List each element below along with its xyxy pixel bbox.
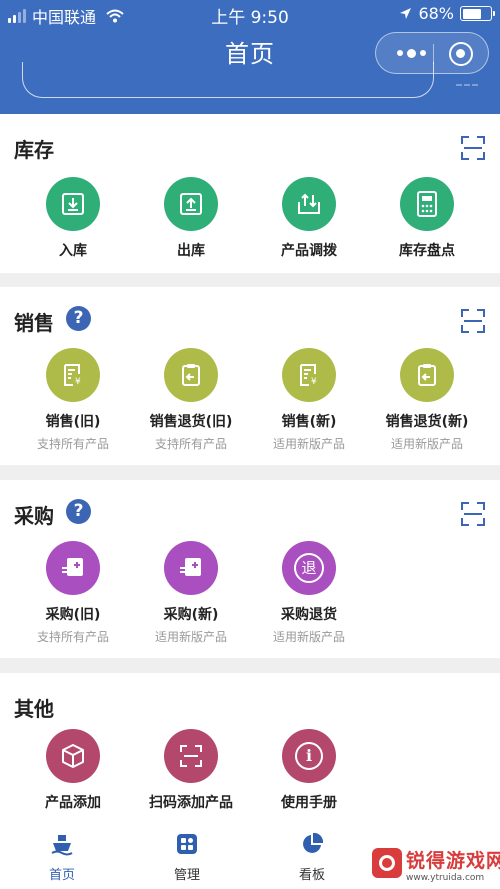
item-label: 库存盘点 (399, 243, 455, 259)
status-bar: 中国联通 上午 9:50 68% (0, 0, 500, 28)
section-title: 其他 (14, 697, 54, 721)
info-glyph: i (295, 742, 323, 770)
grid-apps-icon (177, 834, 197, 854)
item-label: 销售退货(旧) (149, 414, 233, 430)
inbound-box-icon (46, 177, 100, 231)
grid-item-add-product[interactable]: 产品添加 (14, 729, 132, 812)
calculator-icon (400, 177, 454, 231)
section-title: 库存 (14, 138, 54, 162)
item-subtitle: 适用新版产品 (154, 630, 227, 644)
close-miniprogram-button[interactable] (449, 42, 473, 66)
scan-icon[interactable] (461, 136, 485, 160)
section-title: 采购 (14, 504, 54, 528)
grid-item-outbound[interactable]: 出库 (132, 177, 250, 260)
grid-item-sales-return-new[interactable]: 销售退货(新) 适用新版产品 (368, 348, 486, 452)
help-icon[interactable]: ? (66, 306, 91, 331)
decoration (456, 84, 478, 86)
grid-item-purchase-new[interactable]: 采购(新) 适用新版产品 (132, 541, 250, 645)
grid-item-inbound[interactable]: 入库 (14, 177, 132, 260)
grid-item-purchase-old[interactable]: 采购(旧) 支持所有产品 (14, 541, 132, 645)
watermark-url: www.ytruida.com (406, 873, 485, 883)
scan-icon[interactable] (461, 502, 485, 526)
tab-label: 首页 (48, 868, 75, 883)
item-label: 采购(新) (163, 607, 219, 623)
item-subtitle: 支持所有产品 (36, 630, 109, 644)
grid-item-sales-return-old[interactable]: 销售退货(旧) 支持所有产品 (132, 348, 250, 452)
watermark: 锐得游戏网 www.ytruida.com (372, 846, 500, 886)
outbound-box-icon (164, 177, 218, 231)
tab-label: 管理 (173, 868, 200, 883)
tab-label: 看板 (298, 868, 325, 883)
svg-text:¥: ¥ (311, 377, 317, 387)
section-other: 其他 产品添加 扫码添加产品 i 使用手册 (0, 673, 500, 826)
info-icon: i (282, 729, 336, 783)
item-label: 入库 (59, 243, 87, 259)
ship-icon (51, 835, 73, 856)
pie-chart-icon (303, 832, 324, 853)
grid-item-manual[interactable]: i 使用手册 (250, 729, 368, 812)
search-bar[interactable] (22, 62, 434, 98)
transfer-icon (282, 177, 336, 231)
item-label: 产品添加 (45, 795, 101, 811)
tab-manage[interactable]: 管理 (147, 832, 227, 883)
item-subtitle: 适用新版产品 (272, 437, 345, 451)
item-label: 扫码添加产品 (149, 795, 233, 811)
battery-percent: 68% (418, 4, 454, 23)
section-inventory: 库存 入库 出库 产品调拨 库存盘点 (0, 114, 500, 273)
return-stamp-icon: 退 (282, 541, 336, 595)
section-sales: 销售 ? ¥ 销售(旧) 支持所有产品 销售退货(旧) 支持所有产品 ¥ 销售(… (0, 287, 500, 465)
item-label: 采购退货 (281, 607, 337, 623)
sales-doc-icon: ¥ (282, 348, 336, 402)
item-subtitle: 支持所有产品 (36, 437, 109, 451)
item-subtitle: 适用新版产品 (272, 630, 345, 644)
scan-icon[interactable] (461, 309, 485, 333)
sales-return-icon (164, 348, 218, 402)
item-label: 采购(旧) (45, 607, 101, 623)
sales-doc-icon: ¥ (46, 348, 100, 402)
item-subtitle: 适用新版产品 (390, 437, 463, 451)
location-arrow-icon (400, 8, 412, 19)
watermark-name: 锐得游戏网 (406, 850, 500, 872)
help-icon[interactable]: ? (66, 499, 91, 524)
purchase-icon (46, 541, 100, 595)
grid-item-sales-new[interactable]: ¥ 销售(新) 适用新版产品 (250, 348, 368, 452)
header-bar: 中国联通 上午 9:50 68% 首页 (0, 0, 500, 114)
tab-dashboard[interactable]: 看板 (272, 832, 352, 883)
item-label: 使用手册 (281, 795, 337, 811)
sales-return-icon (400, 348, 454, 402)
product-box-icon (46, 729, 100, 783)
battery-icon (460, 6, 495, 21)
grid-item-transfer[interactable]: 产品调拨 (250, 177, 368, 260)
capsule-divider (433, 44, 434, 64)
grid-item-scan-add-product[interactable]: 扫码添加产品 (132, 729, 250, 812)
svg-text:¥: ¥ (75, 377, 81, 387)
section-purchase: 采购 ? 采购(旧) 支持所有产品 采购(新) 适用新版产品 退 采购退货 适用… (0, 480, 500, 658)
grid-item-stocktake[interactable]: 库存盘点 (368, 177, 486, 260)
watermark-logo-icon (372, 848, 402, 878)
purchase-icon (164, 541, 218, 595)
item-label: 销售(新) (281, 414, 337, 430)
item-label: 销售退货(新) (385, 414, 469, 430)
item-subtitle: 支持所有产品 (154, 437, 227, 451)
return-glyph: 退 (294, 553, 324, 583)
tab-home[interactable]: 首页 (22, 832, 102, 883)
section-title: 销售 (14, 311, 54, 335)
grid-item-purchase-return[interactable]: 退 采购退货 适用新版产品 (250, 541, 368, 645)
item-label: 产品调拨 (281, 243, 337, 259)
grid-item-sales-old[interactable]: ¥ 销售(旧) 支持所有产品 (14, 348, 132, 452)
scan-icon (164, 729, 218, 783)
item-label: 销售(旧) (45, 414, 101, 430)
item-label: 出库 (177, 243, 205, 259)
